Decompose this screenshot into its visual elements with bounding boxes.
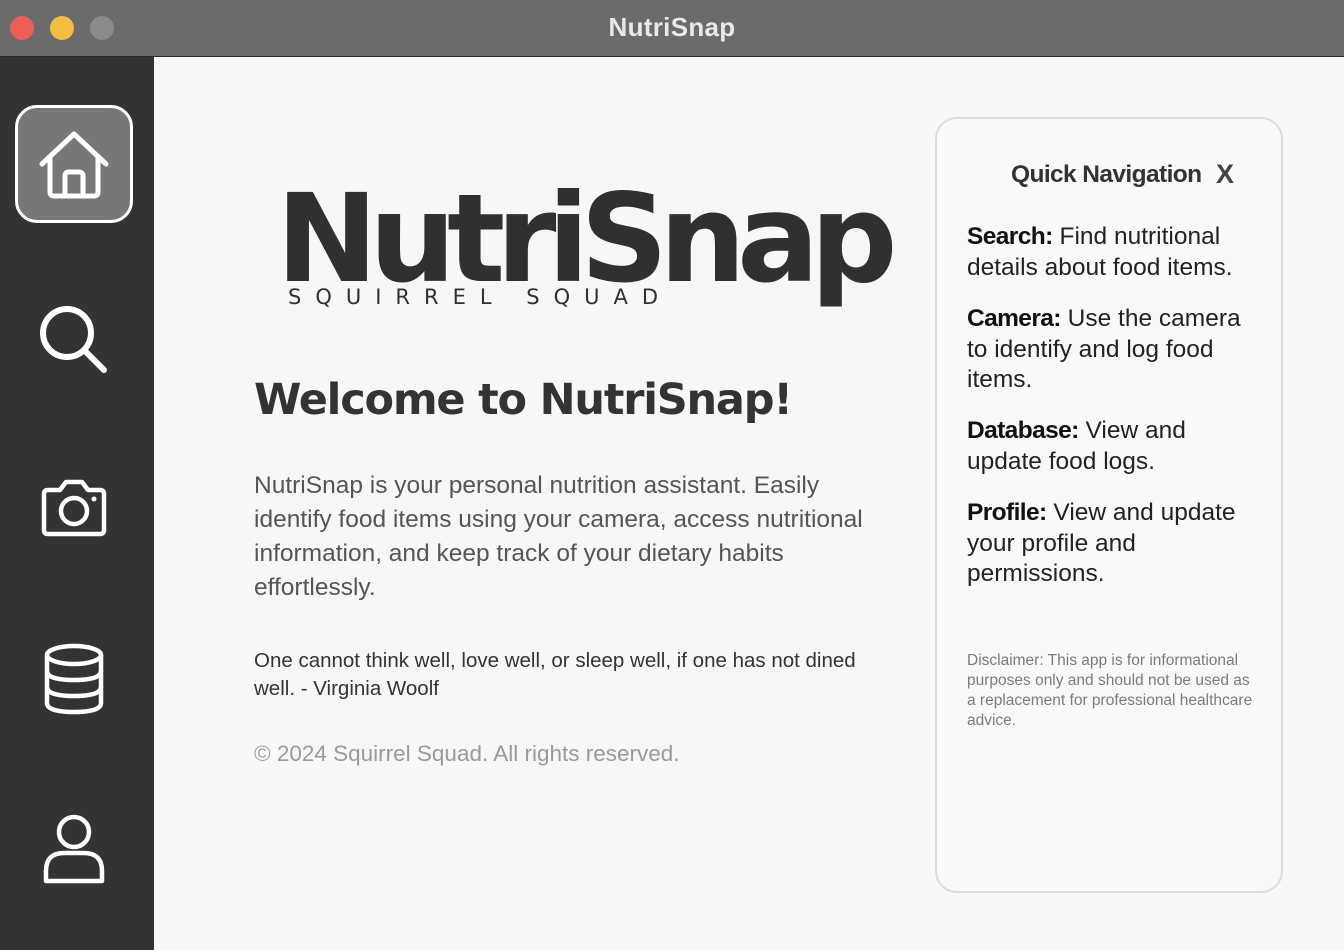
window-title: NutriSnap <box>608 12 736 42</box>
camera-icon <box>36 472 112 548</box>
quick-nav-item-camera: Camera: Use the camera to identify and l… <box>967 304 1257 396</box>
sidebar-item-profile[interactable] <box>15 790 133 908</box>
app-window: NutriSnap NutriSnap SQUIRREL SQUAD Welco… <box>0 0 1344 950</box>
disclaimer-text: Disclaimer: This app is for informationa… <box>967 652 1253 729</box>
page-title: Welcome to NutriSnap! <box>254 375 793 425</box>
sidebar-item-database[interactable] <box>15 620 133 738</box>
close-panel-button[interactable]: X <box>1216 159 1234 190</box>
search-icon <box>36 302 112 378</box>
quick-nav-label: Search: <box>967 223 1053 250</box>
home-icon <box>36 126 112 202</box>
quick-nav-label: Profile: <box>967 499 1047 526</box>
quote-text: One cannot think well, love well, or sle… <box>254 649 856 700</box>
copyright-footer: © 2024 Squirrel Squad. All rights reserv… <box>254 741 680 766</box>
profile-icon <box>36 811 112 887</box>
intro-paragraph: NutriSnap is your personal nutrition ass… <box>254 472 863 601</box>
panel-title: Quick Navigation <box>1011 161 1202 188</box>
quick-nav-item-search: Search: Find nutritional details about f… <box>967 222 1257 283</box>
database-icon <box>36 641 112 717</box>
quick-nav-label: Database: <box>967 417 1079 444</box>
quick-nav-label: Camera: <box>967 305 1061 332</box>
quick-nav-item-database: Database: View and update food logs. <box>967 416 1257 477</box>
quick-navigation-panel: Quick Navigation X Search: Find nutritio… <box>935 117 1283 893</box>
title-bar: NutriSnap <box>0 0 1344 57</box>
sidebar-item-camera[interactable] <box>15 451 133 569</box>
sidebar-item-home[interactable] <box>15 105 133 223</box>
sidebar-item-search[interactable] <box>15 281 133 399</box>
logo-tagline: SQUIRREL SQUAD <box>288 285 673 309</box>
sidebar <box>0 57 154 950</box>
quick-nav-item-profile: Profile: View and update your profile an… <box>967 498 1257 590</box>
